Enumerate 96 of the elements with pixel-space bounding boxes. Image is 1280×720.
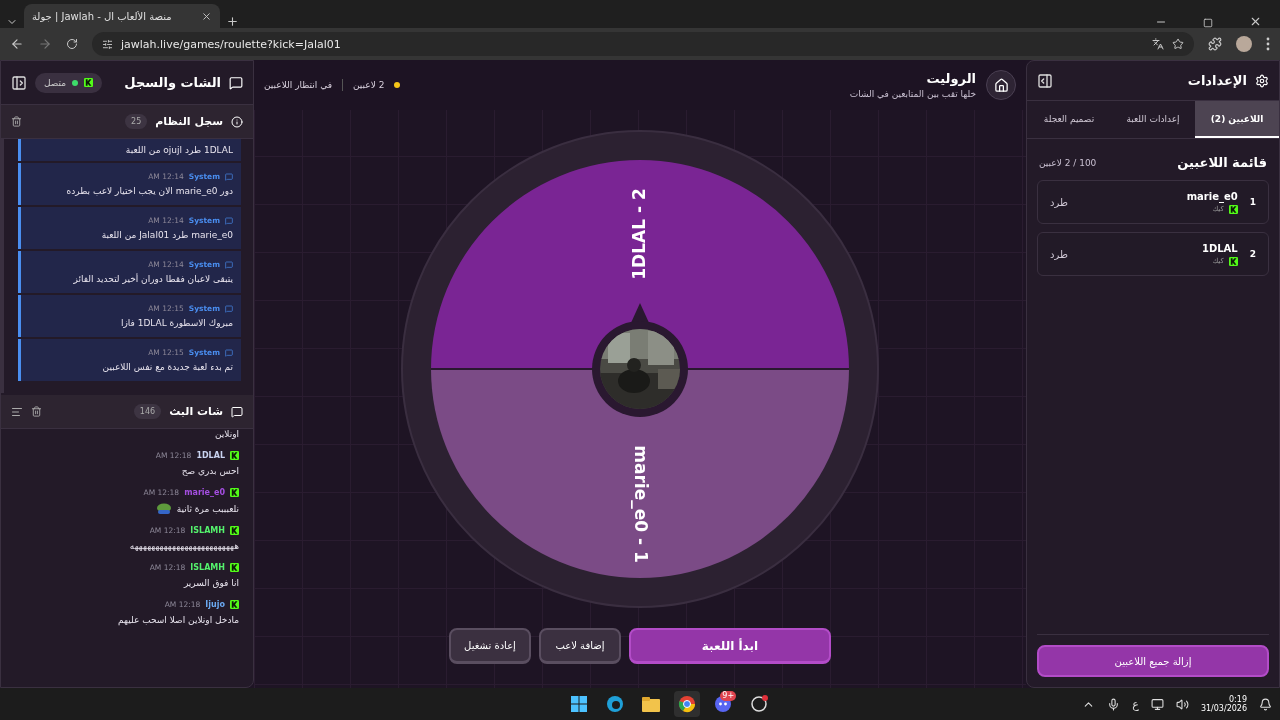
- chat-message: مادخل اونلاين اصلا اسحب عليهم: [118, 615, 239, 625]
- chat-message: هههههههههههههههههههههههههه: [129, 541, 239, 551]
- connection-status: متصل: [35, 72, 103, 93]
- game-state: في انتظار اللاعبين: [264, 80, 332, 90]
- players-status: 2 لاعبين: [353, 80, 385, 90]
- browser-tab[interactable]: جولة | Jawlah - منصة الألعاب ال: [24, 4, 220, 28]
- player-count: 100 / 2 لاعبين: [1039, 157, 1097, 168]
- chat-username: ISLAMH: [190, 563, 225, 572]
- chat-message: احس بدري صح: [181, 466, 239, 476]
- settings-icon: [1255, 73, 1269, 88]
- notification-badge: 9+: [720, 691, 737, 701]
- star-icon[interactable]: [1172, 38, 1184, 50]
- segment-label: 1DLAL - 2: [629, 188, 649, 280]
- platform-icon: [84, 78, 94, 87]
- align-icon[interactable]: [11, 405, 23, 418]
- chat-username: Ijujo: [205, 600, 225, 609]
- log-message: تم بدء لعبة جديدة مع نفس اللاعبين: [101, 362, 233, 372]
- game-subtitle: خلها تقب بين المتابعين في الشات: [849, 89, 976, 99]
- platform-icon: [1228, 204, 1238, 214]
- chat-icon: [225, 172, 233, 181]
- platform-icon: [230, 600, 239, 609]
- new-tab-button[interactable]: [226, 15, 239, 28]
- chat-username: ISLAMH: [190, 526, 225, 535]
- settings-tab[interactable]: إعدادات اللعبة: [1111, 101, 1195, 138]
- microphone-icon[interactable]: [1107, 697, 1121, 711]
- platform-icon: [1228, 256, 1238, 266]
- status-dot: [394, 82, 401, 88]
- keyboard-language[interactable]: ع: [1132, 697, 1139, 711]
- site-settings-icon[interactable]: [102, 38, 113, 50]
- notification-icon[interactable]: [1259, 697, 1272, 711]
- extensions-icon[interactable]: [1208, 37, 1222, 51]
- chat-icon: [225, 260, 233, 269]
- start-button[interactable]: ابدأ اللعبة: [629, 628, 831, 664]
- forward-button[interactable]: [38, 37, 52, 51]
- section-title: سجل النظام: [155, 115, 223, 128]
- clock-date[interactable]: 31/03/2026: [1200, 704, 1247, 713]
- close-button[interactable]: [1249, 15, 1262, 28]
- back-button[interactable]: [10, 37, 24, 51]
- chat-icon: [231, 405, 243, 418]
- action-button[interactable]: إضافة لاعب: [539, 628, 621, 664]
- platform-icon: [230, 488, 239, 497]
- segment-label: marie_e0 - 1: [631, 445, 651, 563]
- log-message: مبروك الاسطورة 1DLAL فازا: [119, 318, 233, 328]
- chat-message: اونلاين: [214, 429, 239, 439]
- platform-icon: [230, 563, 239, 572]
- list-title: قائمة اللاعبين: [1177, 155, 1267, 170]
- kick-player-button[interactable]: طرد: [1050, 196, 1068, 208]
- player-name: 1DLAL: [1202, 242, 1238, 254]
- action-button[interactable]: إعادة تشغيل: [449, 628, 531, 664]
- network-icon[interactable]: [1150, 697, 1164, 711]
- clock-time[interactable]: 0:19: [1229, 695, 1247, 704]
- chat-icon: [225, 304, 233, 313]
- panel-title: الإعدادات: [1187, 73, 1247, 88]
- chat-username: marie_e0: [184, 488, 225, 497]
- chat-icon: [229, 75, 243, 90]
- address-bar[interactable]: jawlah.live/games/roulette?kick=Jalal01: [92, 32, 1194, 56]
- collapse-panel-button[interactable]: [1037, 72, 1053, 89]
- log-message: 1DLAL طرد ojujl من اللعبة: [124, 145, 233, 155]
- chat-icon: [225, 348, 233, 357]
- settings-tab[interactable]: تصميم العجلة: [1027, 101, 1111, 138]
- tab-title: جولة | Jawlah - منصة الألعاب ال: [32, 10, 173, 22]
- chat-message: نلعبببب مرة ثانية: [176, 503, 239, 514]
- restore-button[interactable]: [1203, 18, 1213, 28]
- info-icon: [231, 115, 243, 128]
- remove-all-button[interactable]: إزالة جميع اللاعبين: [1037, 645, 1269, 677]
- message-count: 146: [133, 404, 162, 419]
- home-button[interactable]: [986, 70, 1016, 100]
- volume-icon[interactable]: [1175, 697, 1189, 711]
- chat-icon: [225, 216, 233, 225]
- home-icon: [993, 77, 1009, 93]
- game-title: الروليت: [925, 71, 976, 86]
- section-title: شات البث: [169, 405, 223, 418]
- platform-icon: [230, 451, 239, 460]
- panel-title: الشات والسجل: [124, 75, 221, 90]
- chat-username: 1DLAL: [196, 451, 225, 460]
- player-number: 1: [1249, 197, 1256, 207]
- chrome-icon[interactable]: [674, 691, 701, 717]
- log-message: دور marie_e0 الان يجب اختيار لاعب بطرده: [65, 186, 233, 196]
- chat-message: انا فوق السرير: [183, 578, 239, 588]
- message-count: 25: [125, 114, 148, 129]
- trash-icon[interactable]: [31, 406, 42, 417]
- player-name: marie_e0: [1186, 190, 1238, 202]
- menu-icon[interactable]: [1266, 37, 1270, 51]
- kick-player-button[interactable]: طرد: [1050, 248, 1068, 260]
- trash-icon[interactable]: [11, 116, 22, 127]
- settings-tab[interactable]: اللاعبين (2): [1195, 101, 1279, 138]
- collapse-panel-button[interactable]: [11, 74, 27, 91]
- url-text: jawlah.live/games/roulette?kick=Jalal01: [121, 37, 341, 51]
- player-number: 2: [1249, 249, 1256, 259]
- platform-icon: [230, 526, 239, 535]
- profile-avatar[interactable]: [1236, 36, 1252, 52]
- reload-button[interactable]: [66, 38, 78, 50]
- translate-icon[interactable]: [1152, 38, 1164, 50]
- close-icon[interactable]: [201, 10, 212, 22]
- log-message: marie_e0 طرد Jalal01 من اللعبة: [100, 230, 233, 240]
- log-message: يتبقى لاعبان فقطا دوران أخير لتحديد الفائز: [72, 274, 233, 284]
